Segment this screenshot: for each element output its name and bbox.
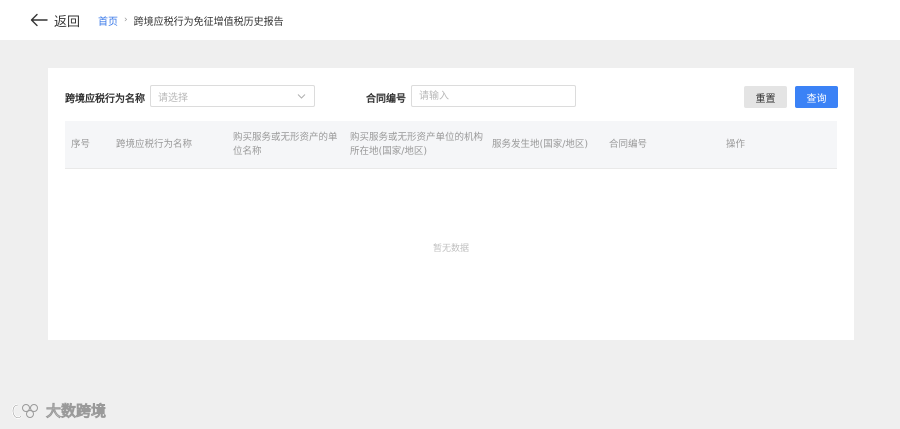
chevron-down-icon (297, 94, 306, 99)
column-header-contract-number: 合同编号 (609, 139, 648, 150)
brand-logo-icon (11, 403, 38, 419)
reset-button[interactable]: 重置 (744, 86, 787, 108)
table-header: 序号 跨境应税行为名称 购买服务或无形资产的单位名称 购买服务或无形资产单位的机… (65, 121, 837, 169)
watermark: 大数跨境 (10, 400, 106, 421)
breadcrumb-current: 跨境应税行为免征增值税历史报告 (133, 16, 284, 28)
contract-filter-label: 合同编号 (366, 94, 406, 105)
column-header-actions: 操作 (726, 139, 746, 150)
breadcrumb-separator: › (124, 15, 128, 25)
name-select[interactable]: 请选择 (150, 85, 315, 107)
name-filter-label: 跨境应税行为名称 (65, 94, 145, 105)
report-panel: 跨境应税行为名称 请选择 合同编号 重置 查询 序号 跨境应税行为名称 购买服务… (48, 68, 854, 340)
column-header-buyer: 购买服务或无形资产的单位名称 (233, 132, 338, 157)
column-header-service-location: 服务发生地(国家/地区) (492, 139, 589, 150)
name-select-placeholder: 请选择 (158, 92, 188, 104)
breadcrumb: 首页 › 跨境应税行为免征增值税历史报告 (98, 13, 284, 28)
empty-state-text: 暂无数据 (432, 244, 469, 254)
query-button[interactable]: 查询 (795, 86, 838, 108)
back-label: 返回 (54, 14, 81, 30)
column-header-buyer-location: 购买服务或无形资产单位的机构所在地(国家/地区) (350, 132, 484, 157)
column-header-name: 跨境应税行为名称 (116, 139, 193, 150)
breadcrumb-home-link[interactable]: 首页 (98, 13, 118, 28)
back-button[interactable]: 返回 (30, 11, 80, 30)
watermark-text: 大数跨境 (46, 402, 107, 421)
top-bar: 返回 首页 › 跨境应税行为免征增值税历史报告 (0, 0, 900, 40)
contract-number-input[interactable] (411, 85, 576, 107)
arrow-left-icon (30, 13, 48, 27)
column-header-index: 序号 (71, 139, 91, 150)
